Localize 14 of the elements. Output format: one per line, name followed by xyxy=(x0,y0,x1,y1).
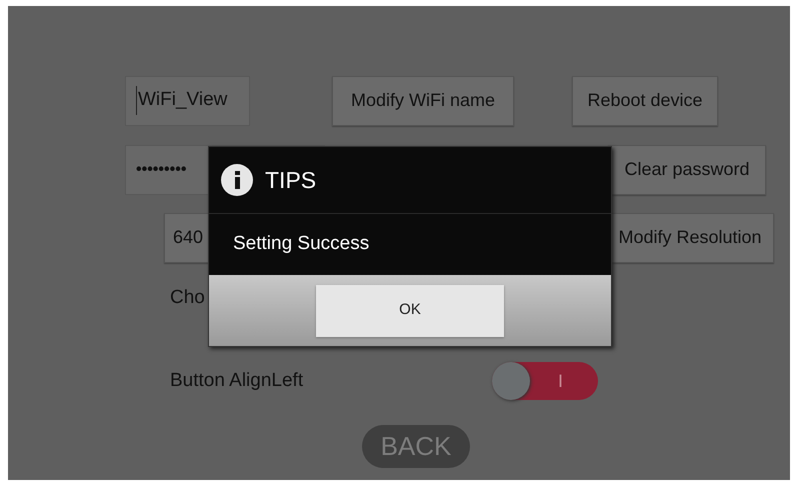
choose-label: Cho xyxy=(170,286,205,310)
switch-mark: I xyxy=(558,370,564,392)
modify-wifi-name-button[interactable]: Modify WiFi name xyxy=(332,76,514,126)
toggle-switch[interactable]: I xyxy=(492,362,598,400)
info-icon xyxy=(221,164,253,196)
switch-knob xyxy=(492,362,530,400)
ok-button[interactable]: OK xyxy=(316,284,504,336)
back-button[interactable]: BACK xyxy=(362,425,470,468)
reboot-device-button[interactable]: Reboot device xyxy=(572,76,718,126)
align-left-label: Button AlignLeft xyxy=(170,368,304,393)
clear-password-button[interactable]: Clear password xyxy=(608,144,766,194)
dialog-message: Setting Success xyxy=(233,232,370,256)
wifi-name-field[interactable]: WiFi_View xyxy=(125,76,250,126)
dialog-title: TIPS xyxy=(265,166,316,195)
